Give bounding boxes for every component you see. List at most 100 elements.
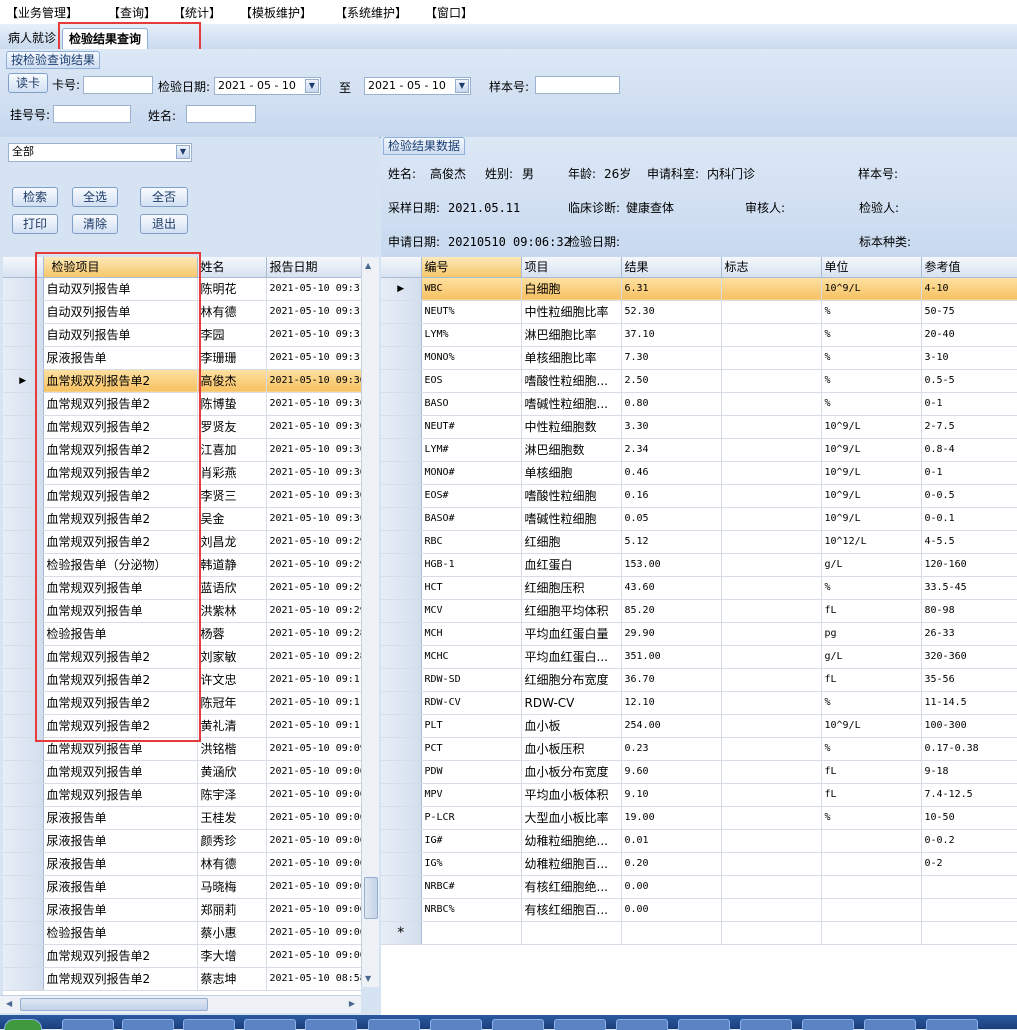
result-cell-reference[interactable]: 0-2 (921, 852, 1017, 876)
result-cell-result[interactable]: 0.20 (621, 852, 722, 876)
report-row[interactable]: 血常规双列报告单2 李大增 2021-05-10 09:00 (3, 944, 361, 968)
search-button[interactable]: 检索 (12, 187, 58, 207)
result-cell-unit[interactable]: % (821, 691, 922, 715)
result-cell-unit[interactable]: 10^9/L (821, 461, 922, 485)
result-row[interactable]: IG# 幼稚粒细胞绝... 0.01 0-0.2 (381, 829, 1017, 853)
row-indicator[interactable] (381, 829, 422, 853)
menu-query[interactable]: 【查询】 (108, 4, 156, 21)
row-indicator[interactable] (3, 691, 44, 715)
report-cell-test-item[interactable]: 血常规双列报告单2 (43, 484, 198, 508)
report-cell-test-item[interactable]: 血常规双列报告单 (43, 599, 198, 623)
report-cell-name[interactable]: 罗贤友 (197, 415, 267, 439)
report-cell-test-item[interactable]: 自动双列报告单 (43, 277, 198, 301)
result-cell-code[interactable]: P-LCR (421, 806, 522, 830)
result-cell-flag[interactable] (721, 415, 822, 439)
result-cell-code[interactable]: HGB-1 (421, 553, 522, 577)
report-cell-test-item[interactable]: 自动双列报告单 (43, 300, 198, 324)
result-cell-code[interactable]: RBC (421, 530, 522, 554)
report-cell-test-item[interactable]: 尿液报告单 (43, 346, 198, 370)
report-row[interactable]: 自动双列报告单 陈明花 2021-05-10 09:31 (3, 277, 361, 301)
row-indicator[interactable] (3, 829, 44, 853)
result-cell-result[interactable]: 29.90 (621, 622, 722, 646)
result-row[interactable]: ▶ WBC 白细胞 6.31 10^9/L 4-10 (381, 277, 1017, 301)
registration-number-input[interactable] (53, 105, 131, 123)
result-cell-code[interactable]: EOS# (421, 484, 522, 508)
result-cell-reference[interactable]: 80-98 (921, 599, 1017, 623)
report-cell-date[interactable]: 2021-05-10 09:30 (266, 507, 361, 531)
result-cell-reference[interactable]: 20-40 (921, 323, 1017, 347)
result-cell-flag[interactable] (721, 599, 822, 623)
result-cell-flag[interactable] (721, 392, 822, 416)
column-header-item[interactable]: 项目 (521, 257, 622, 278)
result-cell-code[interactable]: RDW-SD (421, 668, 522, 692)
report-cell-name[interactable]: 洪铭楷 (197, 737, 267, 761)
taskbar-app-icon[interactable] (122, 1019, 174, 1030)
date-to-picker[interactable]: 2021 - 05 - 10 ▼ (364, 77, 471, 95)
select-all-button[interactable]: 全选 (72, 187, 118, 207)
report-cell-test-item[interactable]: 血常规双列报告单2 (43, 369, 198, 393)
result-cell-unit[interactable]: % (821, 392, 922, 416)
report-row[interactable]: 血常规双列报告单 洪紫林 2021-05-10 09:29 (3, 599, 361, 623)
result-cell-flag[interactable] (721, 461, 822, 485)
report-cell-test-item[interactable]: 血常规双列报告单2 (43, 507, 198, 531)
chevron-down-icon[interactable]: ▼ (176, 145, 190, 159)
result-cell-unit[interactable]: 10^9/L (821, 714, 922, 738)
result-cell-reference[interactable]: 33.5-45 (921, 576, 1017, 600)
clear-button[interactable]: 清除 (72, 214, 118, 234)
row-indicator[interactable] (381, 806, 422, 830)
taskbar-app-icon[interactable] (183, 1019, 235, 1030)
result-row[interactable]: HGB-1 血红蛋白 153.00 g/L 120-160 (381, 553, 1017, 577)
result-row[interactable]: MCHC 平均血红蛋白... 351.00 g/L 320-360 (381, 645, 1017, 669)
report-cell-test-item[interactable]: 血常规双列报告单2 (43, 967, 198, 991)
report-cell-date[interactable]: 2021-05-10 09:11 (266, 691, 361, 715)
result-cell-result[interactable]: 5.12 (621, 530, 722, 554)
result-cell-flag[interactable] (721, 300, 822, 324)
result-cell-flag[interactable] (721, 369, 822, 393)
report-row[interactable]: 血常规双列报告单2 罗贤友 2021-05-10 09:30 (3, 415, 361, 439)
horizontal-scroll-thumb[interactable] (20, 998, 208, 1011)
result-cell-item[interactable]: 白细胞 (521, 277, 622, 301)
column-header-code[interactable]: 编号 (421, 257, 522, 278)
result-cell-code[interactable]: MCV (421, 599, 522, 623)
result-cell-unit[interactable] (821, 875, 922, 899)
result-cell-flag[interactable] (721, 668, 822, 692)
report-row[interactable]: 尿液报告单 颜秀珍 2021-05-10 09:06 (3, 829, 361, 853)
result-cell-reference[interactable]: 0-0.2 (921, 829, 1017, 853)
result-cell-item[interactable]: 中性粒细胞比率 (521, 300, 622, 324)
report-grid-horizontal-scrollbar[interactable]: ◀ ▶ (0, 995, 361, 1013)
row-indicator[interactable] (3, 806, 44, 830)
report-cell-date[interactable]: 2021-05-10 09:31 (266, 277, 361, 301)
result-row[interactable]: NRBC% 有核红细胞百... 0.00 (381, 898, 1017, 922)
row-indicator[interactable] (3, 553, 44, 577)
result-cell-reference[interactable]: 0.17-0.38 (921, 737, 1017, 761)
result-cell-unit[interactable] (821, 829, 922, 853)
row-indicator[interactable] (381, 691, 422, 715)
result-cell-code[interactable]: LYM% (421, 323, 522, 347)
report-cell-date[interactable]: 2021-05-10 09:29 (266, 553, 361, 577)
result-cell-item[interactable]: 单核细胞比率 (521, 346, 622, 370)
row-indicator[interactable] (3, 530, 44, 554)
report-cell-name[interactable]: 颜秀珍 (197, 829, 267, 853)
result-cell-reference[interactable]: 50-75 (921, 300, 1017, 324)
report-row[interactable]: 检验报告单 蔡小惠 2021-05-10 09:06 (3, 921, 361, 945)
result-cell-code[interactable]: NEUT% (421, 300, 522, 324)
report-cell-date[interactable]: 2021-05-10 09:06 (266, 760, 361, 784)
row-indicator[interactable] (3, 438, 44, 462)
report-cell-test-item[interactable]: 血常规双列报告单2 (43, 392, 198, 416)
report-cell-test-item[interactable]: 血常规双列报告单 (43, 737, 198, 761)
result-cell-item[interactable]: 血小板压积 (521, 737, 622, 761)
result-cell-unit[interactable]: % (821, 323, 922, 347)
report-cell-date[interactable]: 2021-05-10 09:06 (266, 898, 361, 922)
result-cell-result[interactable]: 0.01 (621, 829, 722, 853)
report-row[interactable]: 血常规双列报告单2 蔡志坤 2021-05-10 08:58 (3, 967, 361, 991)
row-indicator[interactable] (3, 392, 44, 416)
result-row[interactable]: LYM% 淋巴细胞比率 37.10% 20-40 (381, 323, 1017, 347)
result-cell-flag[interactable] (721, 852, 822, 876)
result-cell-unit[interactable]: 10^9/L (821, 438, 922, 462)
row-indicator[interactable] (3, 415, 44, 439)
report-cell-date[interactable]: 2021-05-10 09:11 (266, 668, 361, 692)
result-cell-result[interactable]: 2.34 (621, 438, 722, 462)
result-cell-item[interactable]: 红细胞压积 (521, 576, 622, 600)
result-cell-reference[interactable]: 0-0.1 (921, 507, 1017, 531)
report-row[interactable]: 检验报告单 杨蓉 2021-05-10 09:28 (3, 622, 361, 646)
